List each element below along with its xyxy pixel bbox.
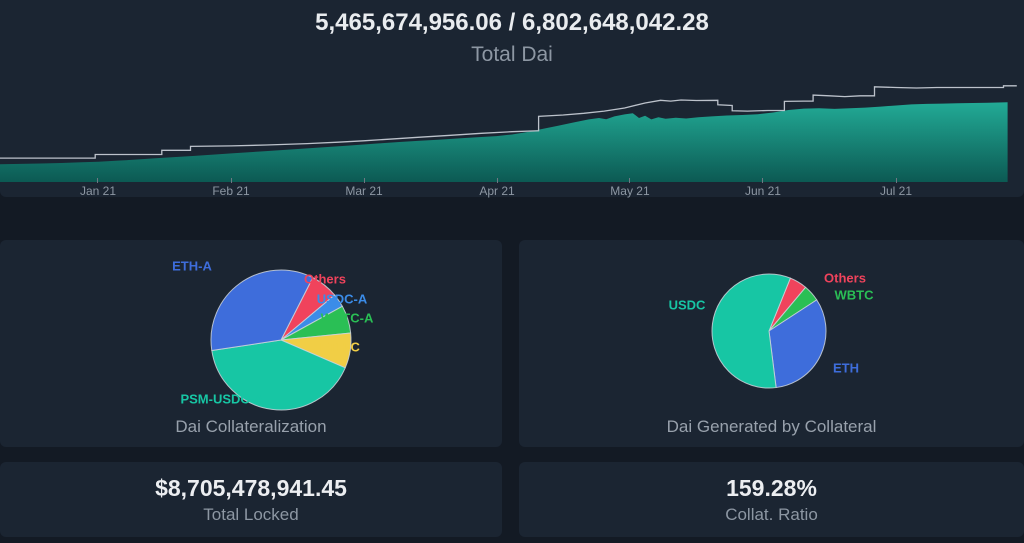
dai-generated-card: Others WBTC ETH USDC Dai Generated by Colla…	[519, 240, 1024, 447]
pie-label-eth-c: ETH-C	[320, 339, 360, 354]
total-dai-area-chart	[0, 68, 1024, 182]
pie-label-eth-a: ETH-A	[172, 258, 212, 273]
pie-label-others: Others	[824, 270, 866, 285]
dai-collateralization-pie: Others USDC-A WBTC-A ETH-C PSM-USDC-A ETH-A	[0, 240, 502, 412]
x-axis-tick-label: Jan 21	[80, 184, 116, 198]
x-axis-tick-label: Mar 21	[345, 184, 382, 198]
page-subtitle: Total Dai	[0, 43, 1024, 67]
pie-title-collateralization: Dai Collateralization	[0, 417, 502, 437]
page-title: 5,465,674,956.06 / 6,802,648,042.28	[0, 9, 1024, 37]
dai-collateralization-card: Others USDC-A WBTC-A ETH-C PSM-USDC-A ETH-A D…	[0, 240, 502, 447]
pie-cards-row: Others USDC-A WBTC-A ETH-C PSM-USDC-A ETH-A D…	[0, 240, 1024, 447]
total-dai-area	[0, 102, 1008, 182]
pie-label-usdc: USDC	[669, 297, 706, 312]
x-axis-tick-label: Feb 21	[212, 184, 249, 198]
x-axis-tick-label: Apr 21	[479, 184, 514, 198]
x-axis-tick-label: Jul 21	[880, 184, 912, 198]
total-locked-value: $8,705,478,941.45	[155, 475, 347, 502]
stat-cards-row: $8,705,478,941.45 Total Locked 159.28% C…	[0, 462, 1024, 537]
pie-label-wbtc: WBTC	[835, 287, 875, 302]
x-axis-tick-label: May 21	[610, 184, 649, 198]
dai-generated-pie: Others WBTC ETH USDC	[519, 240, 1024, 412]
x-axis-tick-label: Jun 21	[745, 184, 781, 198]
total-dai-section: 5,465,674,956.06 / 6,802,648,042.28 Tota…	[0, 0, 1024, 197]
total-locked-label: Total Locked	[203, 505, 298, 525]
collat-ratio-label: Collat. Ratio	[725, 505, 818, 525]
x-axis: Jan 21 Feb 21 Mar 21 Apr 21 May 21 Jun 21 Jul …	[0, 182, 1024, 197]
pie-label-eth: ETH	[833, 360, 859, 375]
pie-title-generated: Dai Generated by Collateral	[519, 417, 1024, 437]
collat-ratio-card: 159.28% Collat. Ratio	[519, 462, 1024, 537]
pie-label-usdc-a: USDC-A	[317, 291, 368, 306]
total-locked-card: $8,705,478,941.45 Total Locked	[0, 462, 502, 537]
pie-label-psm-usdc-a: PSM-USDC-A	[180, 391, 264, 406]
collat-ratio-value: 159.28%	[726, 475, 817, 502]
pie-label-wbtc-a: WBTC-A	[321, 310, 374, 325]
pie-label-others: Others	[304, 271, 346, 286]
